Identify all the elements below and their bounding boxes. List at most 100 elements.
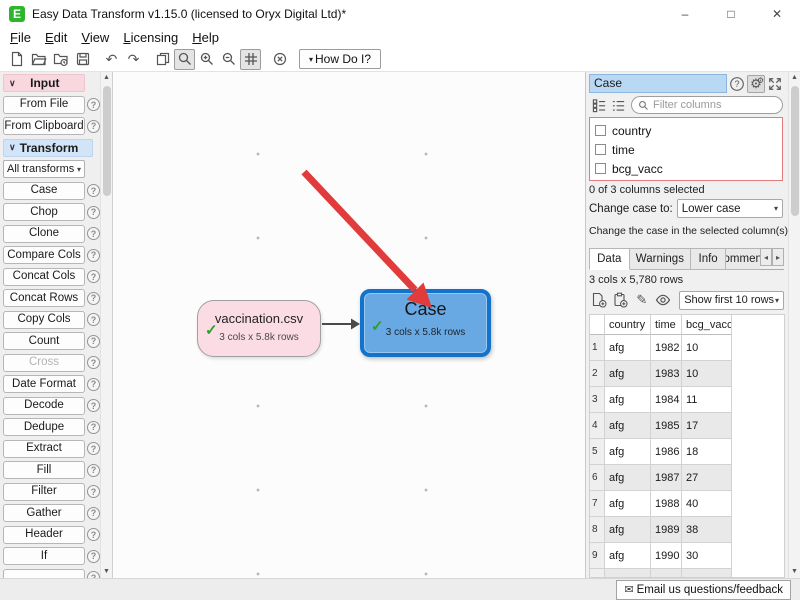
table-row[interactable]: 8 afg 1989 38 [590, 517, 784, 543]
transform-node-case[interactable]: ✓ Case 3 cols x 5.8k rows [360, 289, 491, 357]
new-file-button[interactable] [6, 49, 27, 70]
column-label[interactable]: bcg_vacc [612, 162, 663, 176]
show-rows-select[interactable]: Show first 10 rows ▾ [679, 291, 784, 310]
table-row[interactable]: 4 afg 1985 17 [590, 413, 784, 439]
transform-button[interactable]: Decode [3, 397, 85, 415]
cell-country[interactable]: afg [605, 439, 651, 465]
tab-scroll-right-icon[interactable]: ▸ [772, 248, 784, 266]
checkbox-time[interactable] [595, 144, 606, 155]
help-icon[interactable]: ? [87, 227, 100, 240]
help-icon[interactable]: ? [87, 485, 100, 498]
scroll-down-icon[interactable]: ▼ [789, 566, 800, 578]
help-icon[interactable]: ? [87, 184, 100, 197]
tab-scroll-left-icon[interactable]: ◂ [760, 248, 772, 266]
table-row[interactable]: 3 afg 1984 11 [590, 387, 784, 413]
list-view-button[interactable] [609, 96, 627, 114]
cell-country[interactable]: afg [605, 413, 651, 439]
cell-country[interactable]: afg [605, 387, 651, 413]
help-icon[interactable]: ? [87, 313, 100, 326]
table-row[interactable]: 2 afg 1983 10 [590, 361, 784, 387]
transform-button[interactable]: Concat Rows [3, 289, 85, 307]
minimize-button[interactable]: – [662, 0, 708, 28]
edit-button[interactable]: ✎ [632, 291, 652, 310]
cell-country[interactable]: afg [605, 465, 651, 491]
scrollbar-thumb[interactable] [103, 86, 111, 196]
help-icon[interactable]: ? [87, 464, 100, 477]
cell-time[interactable]: 1990 [651, 543, 682, 569]
cell-bcg-vacc[interactable]: 30 [682, 543, 732, 569]
menu-licensing[interactable]: Licensing [116, 29, 185, 46]
help-icon[interactable]: ? [87, 249, 100, 262]
cell-time[interactable]: 1983 [651, 361, 682, 387]
help-icon[interactable]: ? [87, 270, 100, 283]
cell-time[interactable]: 1984 [651, 387, 682, 413]
copy-to-file-button[interactable] [589, 291, 609, 310]
input-button[interactable]: From File [3, 96, 85, 114]
header-country[interactable]: country [605, 315, 651, 335]
transform-button[interactable]: Gather [3, 504, 85, 522]
change-case-select[interactable]: Lower case ▾ [677, 199, 783, 218]
help-icon[interactable]: ? [87, 399, 100, 412]
feedback-button[interactable]: ✉ Email us questions/feedback [616, 580, 791, 600]
transform-button[interactable]: Date Format [3, 375, 85, 393]
cell-country[interactable]: afg [605, 543, 651, 569]
cell-bcg-vacc[interactable]: 17 [682, 413, 732, 439]
cell-bcg-vacc[interactable]: 10 [682, 335, 732, 361]
transform-button[interactable]: Chop [3, 203, 85, 221]
scroll-down-icon[interactable]: ▼ [101, 566, 112, 578]
input-button[interactable]: From Clipboard [3, 117, 85, 135]
help-icon[interactable]: ? [87, 335, 100, 348]
transform-button[interactable]: Clone [3, 225, 85, 243]
checkbox-bcg-vacc[interactable] [595, 163, 606, 174]
table-row[interactable]: 6 afg 1987 27 [590, 465, 784, 491]
transform-button[interactable]: Count [3, 332, 85, 350]
view-button[interactable] [654, 291, 674, 310]
cell-country[interactable]: afg [605, 335, 651, 361]
transform-section-header[interactable]: ∨ Transform [3, 139, 93, 157]
scroll-up-icon[interactable]: ▲ [789, 72, 800, 84]
transform-button[interactable]: Cross [3, 354, 85, 372]
cell-bcg-vacc[interactable]: 27 [682, 465, 732, 491]
panel-scrollbar[interactable]: ▲ ▼ [788, 72, 800, 578]
cell-time[interactable]: 1989 [651, 517, 682, 543]
transform-button[interactable]: Case [3, 182, 85, 200]
help-icon[interactable]: ? [87, 571, 100, 578]
transform-button[interactable]: If [3, 547, 85, 565]
transform-button[interactable]: Filter [3, 483, 85, 501]
cell-bcg-vacc[interactable]: 10 [682, 361, 732, 387]
cell-time[interactable]: 1991 [651, 569, 682, 578]
cell-bcg-vacc[interactable]: 38 [682, 517, 732, 543]
duplicate-button[interactable] [152, 49, 173, 70]
transform-button[interactable]: Compare Cols [3, 246, 85, 264]
scrollbar-thumb[interactable] [791, 86, 799, 216]
table-row[interactable]: 10 afg 1991 21 [590, 569, 784, 578]
transform-button[interactable]: Header [3, 526, 85, 544]
panel-expand-button[interactable] [766, 75, 784, 93]
zoom-out-button[interactable] [218, 49, 239, 70]
panel-help-button[interactable]: ? [728, 75, 746, 93]
help-icon[interactable]: ? [87, 528, 100, 541]
cell-bcg-vacc[interactable]: 40 [682, 491, 732, 517]
help-icon[interactable]: ? [87, 550, 100, 563]
tab-comments[interactable]: Comments [726, 248, 760, 270]
undo-button[interactable]: ↶ [101, 49, 122, 70]
cell-country[interactable]: afg [605, 517, 651, 543]
transform-button[interactable]: Copy Cols [3, 311, 85, 329]
help-icon[interactable]: ? [87, 206, 100, 219]
cell-time[interactable]: 1986 [651, 439, 682, 465]
input-section-header[interactable]: ∨ Input [3, 74, 85, 92]
cell-bcg-vacc[interactable]: 18 [682, 439, 732, 465]
help-icon[interactable]: ? [87, 442, 100, 455]
transform-filter-select[interactable]: All transforms ▾ [3, 160, 85, 178]
transform-button[interactable]: Fill [3, 461, 85, 479]
zoom-in-button[interactable] [196, 49, 217, 70]
checkbox-country[interactable] [595, 125, 606, 136]
select-columns-button[interactable] [590, 96, 608, 114]
table-row[interactable]: 1 afg 1982 10 [590, 335, 784, 361]
workflow-canvas[interactable]: ✓ vaccination.csv 3 cols x 5.8k rows ✓ C… [114, 72, 585, 578]
help-icon[interactable]: ? [87, 378, 100, 391]
cell-bcg-vacc[interactable]: 11 [682, 387, 732, 413]
menu-help[interactable]: Help [185, 29, 226, 46]
cancel-button[interactable] [269, 49, 290, 70]
header-bcg-vacc[interactable]: bcg_vacc [682, 315, 732, 335]
